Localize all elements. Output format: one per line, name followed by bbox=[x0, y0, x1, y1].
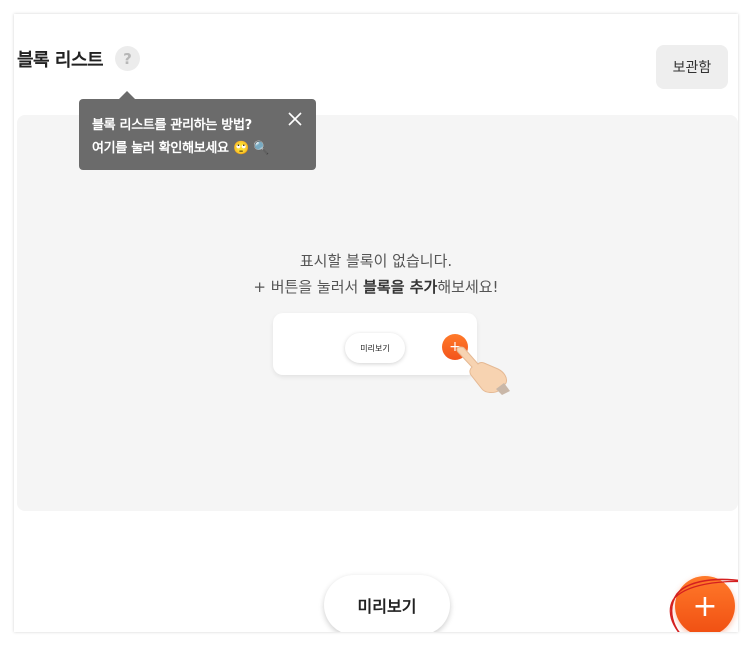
empty-state-hint: + 버튼을 눌러서 블록을 추가해보세요! bbox=[14, 276, 738, 297]
tooltip-line-2-text: 여기를 눌러 확인해보세요 bbox=[92, 141, 229, 156]
pointing-hand-icon bbox=[456, 346, 510, 395]
block-list-page: 블록 리스트 ? 보관함 표시할 블록이 없습니다. + 버튼을 눌러서 블록을… bbox=[14, 14, 738, 632]
archive-button[interactable]: 보관함 bbox=[656, 45, 728, 89]
illustration-preview-button: 미리보기 bbox=[345, 333, 405, 363]
hint-text-1: + 버튼을 눌러서 bbox=[253, 278, 364, 296]
hint-text-bold: 블록을 추가 bbox=[363, 278, 438, 296]
magnifier-emoji-icon: 🔍 bbox=[253, 141, 269, 156]
preview-button[interactable]: 미리보기 bbox=[324, 575, 450, 632]
help-icon[interactable]: ? bbox=[115, 46, 140, 71]
add-block-button[interactable]: + bbox=[675, 576, 735, 632]
page-title: 블록 리스트 bbox=[17, 50, 104, 71]
hint-text-2: 해보세요! bbox=[437, 278, 499, 296]
tooltip-line-2: 여기를 눌러 확인해보세요 🙄 🔍 bbox=[92, 137, 269, 156]
close-icon[interactable] bbox=[287, 111, 303, 127]
help-tooltip[interactable]: 블록 리스트를 관리하는 방법? 여기를 눌러 확인해보세요 🙄 🔍 bbox=[79, 91, 316, 170]
tooltip-line-1: 블록 리스트를 관리하는 방법? bbox=[92, 118, 252, 133]
face-emoji-icon: 🙄 bbox=[232, 141, 249, 156]
empty-state-message: 표시할 블록이 없습니다. bbox=[299, 252, 453, 270]
